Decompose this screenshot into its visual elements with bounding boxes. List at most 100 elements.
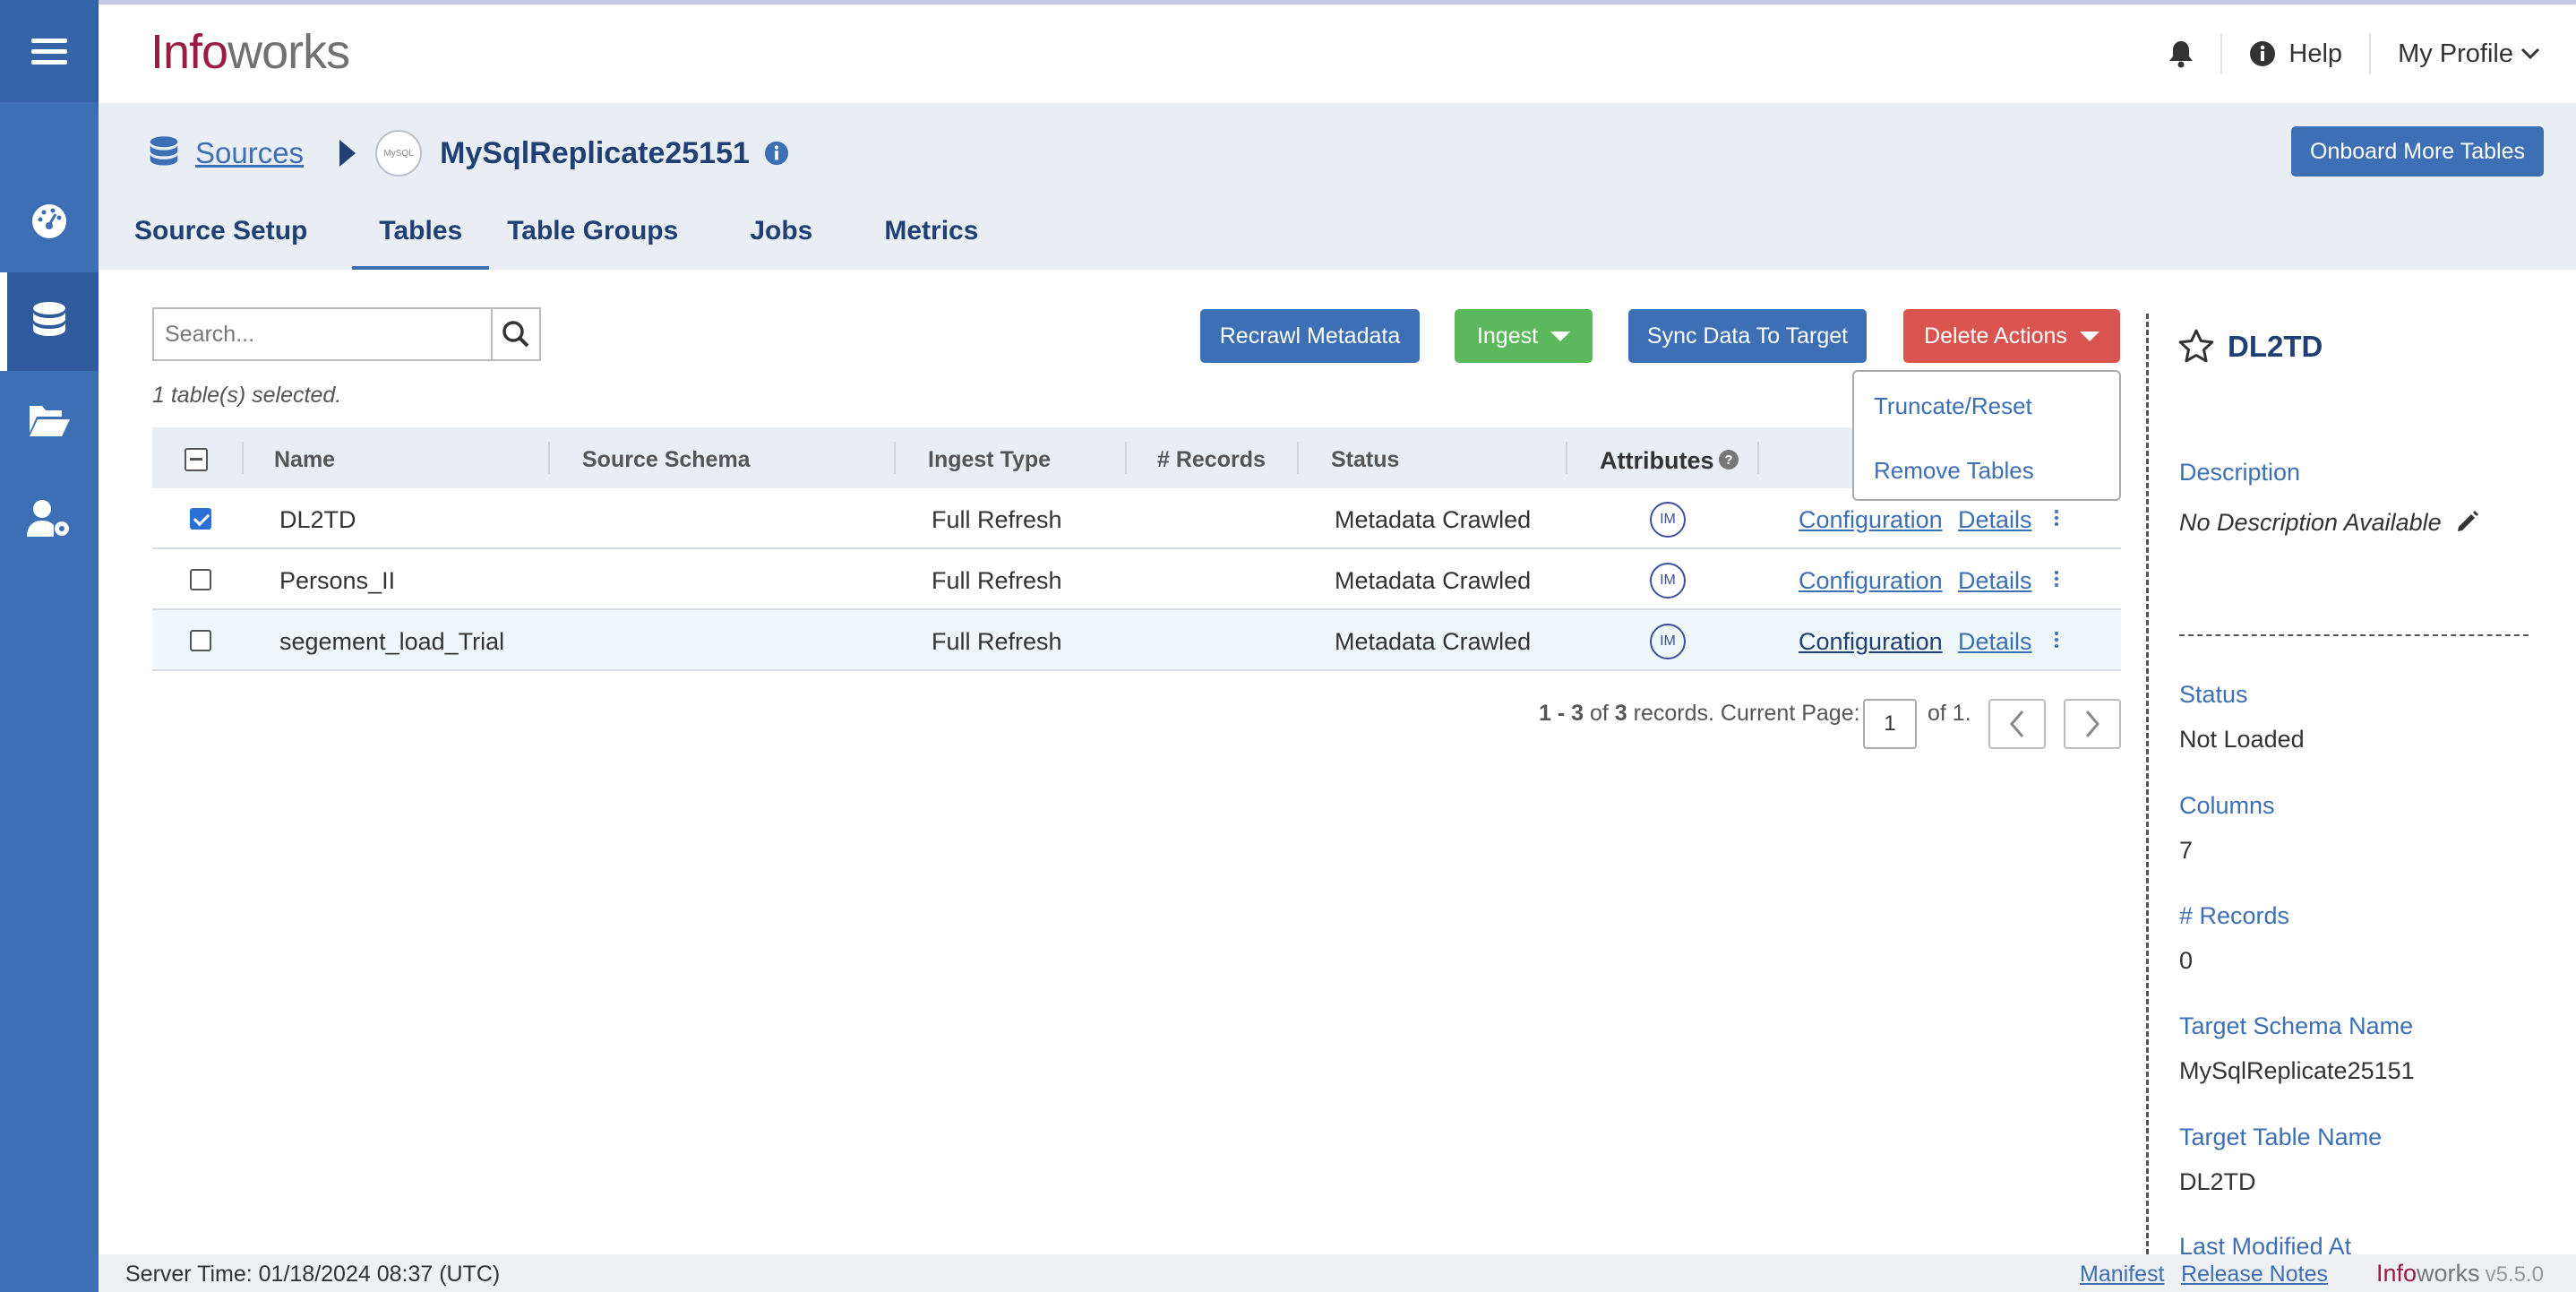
column-divider — [1566, 442, 1567, 474]
caret-down-icon — [2079, 331, 2099, 341]
col-status[interactable]: Status — [1331, 447, 1399, 473]
row-ingest-type: Full Refresh — [932, 567, 1062, 594]
col-ingest-type[interactable]: Ingest Type — [928, 447, 1051, 473]
column-divider — [548, 442, 550, 474]
next-page-button[interactable] — [2064, 699, 2121, 749]
help-question-icon[interactable]: ? — [1718, 449, 1739, 470]
configuration-link[interactable]: Configuration — [1799, 567, 1943, 595]
target-table-value: DL2TD — [2179, 1168, 2256, 1195]
breadcrumb-arrow-icon — [339, 140, 356, 167]
table-search: Search... — [152, 307, 541, 361]
menu-item-truncate-reset[interactable]: Truncate/Reset — [1874, 392, 2032, 420]
target-schema-label: Target Schema Name — [2179, 1012, 2414, 1039]
columns-label: Columns — [2179, 792, 2275, 819]
tab-tables[interactable]: Tables — [352, 200, 490, 270]
row-checkbox[interactable] — [190, 508, 211, 530]
column-divider — [242, 442, 244, 474]
status-value: Not Loaded — [2179, 726, 2305, 753]
recrawl-metadata-button[interactable]: Recrawl Metadata — [1200, 309, 1420, 363]
target-schema-value: MySqlReplicate25151 — [2179, 1057, 2415, 1084]
col-records[interactable]: # Records — [1157, 447, 1266, 473]
current-page-input[interactable]: 1 — [1863, 699, 1917, 749]
records-value: 0 — [2179, 947, 2194, 974]
more-options-icon[interactable] — [2055, 510, 2058, 529]
row-ingest-type: Full Refresh — [932, 506, 1062, 533]
chevron-down-icon — [2520, 47, 2540, 60]
row-name: DL2TD — [279, 506, 356, 533]
column-divider — [1757, 442, 1759, 474]
search-button[interactable] — [491, 309, 539, 359]
release-notes-link[interactable]: Release Notes — [2181, 1262, 2328, 1288]
total-pages: of 1. — [1928, 701, 1971, 726]
last-modified-label: Last Modified At — [2179, 1233, 2352, 1254]
configuration-link[interactable]: Configuration — [1799, 506, 1943, 534]
tab-metrics[interactable]: Metrics — [884, 200, 978, 270]
nav-files[interactable] — [0, 371, 99, 469]
description-label: Description — [2179, 459, 2301, 486]
onboard-more-tables-button[interactable]: Onboard More Tables — [2291, 126, 2544, 177]
search-icon — [502, 321, 529, 348]
configuration-link[interactable]: Configuration — [1799, 628, 1943, 656]
profile-menu[interactable]: My Profile — [2371, 39, 2576, 69]
source-subheader: Sources MySQL MySqlReplicate25151 Onboar… — [99, 103, 2576, 270]
star-outline-icon[interactable] — [2177, 328, 2215, 366]
row-checkbox[interactable] — [190, 630, 211, 651]
more-options-icon[interactable] — [2055, 632, 2058, 650]
breadcrumb-sources-link[interactable]: Sources — [195, 136, 304, 170]
app-footer: Server Time: 01/18/2024 08:37 (UTC) Mani… — [99, 1254, 2576, 1292]
col-attributes: Attributes — [1600, 447, 1714, 474]
infoworks-logo[interactable]: Infoworks — [150, 24, 350, 80]
more-options-icon[interactable] — [2055, 571, 2058, 590]
user-gear-icon — [27, 500, 69, 537]
row-ingest-type: Full Refresh — [932, 628, 1062, 655]
svg-text:?: ? — [1724, 452, 1732, 468]
panel-title: DL2TD — [2177, 328, 2323, 366]
prev-page-button[interactable] — [1988, 699, 2046, 749]
help-label: Help — [2288, 39, 2343, 68]
col-name[interactable]: Name — [274, 447, 335, 473]
attribute-im-badge: IM — [1650, 502, 1686, 538]
row-name: segement_load_Trial — [279, 628, 505, 655]
nav-user-settings[interactable] — [0, 469, 99, 568]
row-status: Metadata Crawled — [1335, 628, 1532, 655]
details-link[interactable]: Details — [1958, 567, 2032, 595]
details-link[interactable]: Details — [1958, 628, 2032, 656]
details-link[interactable]: Details — [1958, 506, 2032, 534]
ingest-dropdown-button[interactable]: Ingest — [1455, 309, 1593, 363]
panel-table-name: DL2TD — [2228, 330, 2323, 363]
indeterminate-icon — [190, 458, 202, 461]
menu-button[interactable] — [0, 0, 99, 102]
app-header: Infoworks Help My Profile — [99, 4, 2576, 103]
col-source-schema[interactable]: Source Schema — [582, 447, 751, 473]
row-checkbox[interactable] — [190, 569, 211, 590]
select-all-checkbox[interactable] — [185, 448, 208, 471]
database-icon — [150, 136, 178, 166]
source-info-icon[interactable] — [764, 141, 789, 166]
tab-source-setup[interactable]: Source Setup — [134, 200, 307, 270]
search-input[interactable]: Search... — [165, 322, 254, 348]
delete-actions-dropdown-button[interactable]: Delete Actions — [1903, 309, 2120, 363]
sync-data-to-target-button[interactable]: Sync Data To Target — [1628, 309, 1867, 363]
tab-table-groups[interactable]: Table Groups — [507, 200, 678, 270]
pencil-edit-icon[interactable] — [2455, 509, 2480, 534]
nav-sources[interactable] — [0, 272, 99, 371]
tab-jobs[interactable]: Jobs — [750, 200, 812, 270]
help-link[interactable]: Help — [2222, 39, 2369, 69]
info-circle-icon — [2250, 41, 2276, 66]
column-divider — [1297, 442, 1299, 474]
notifications-button[interactable] — [2142, 39, 2220, 68]
table-row[interactable]: DL2TD Full Refresh Metadata Crawled IM C… — [152, 488, 2121, 549]
source-tabs: Source Setup Tables Table Groups Jobs Me… — [134, 200, 1005, 270]
table-row[interactable]: Persons_II Full Refresh Metadata Crawled… — [152, 549, 2121, 610]
chevron-right-icon — [2085, 711, 2099, 737]
menu-item-remove-tables[interactable]: Remove Tables — [1874, 457, 2034, 485]
attribute-im-badge: IM — [1650, 563, 1686, 599]
table-row[interactable]: segement_load_Trial Full Refresh Metadat… — [152, 610, 2121, 671]
left-nav-rail — [0, 0, 99, 1292]
delete-actions-menu: Truncate/Reset Remove Tables — [1852, 370, 2121, 501]
nav-dashboard[interactable] — [0, 172, 99, 271]
pagination-summary: 1 - 3 of 3 records. Current Page: — [1539, 701, 1860, 726]
dashboard-icon — [32, 204, 66, 238]
panel-divider — [2179, 634, 2529, 636]
manifest-link[interactable]: Manifest — [2080, 1262, 2164, 1288]
